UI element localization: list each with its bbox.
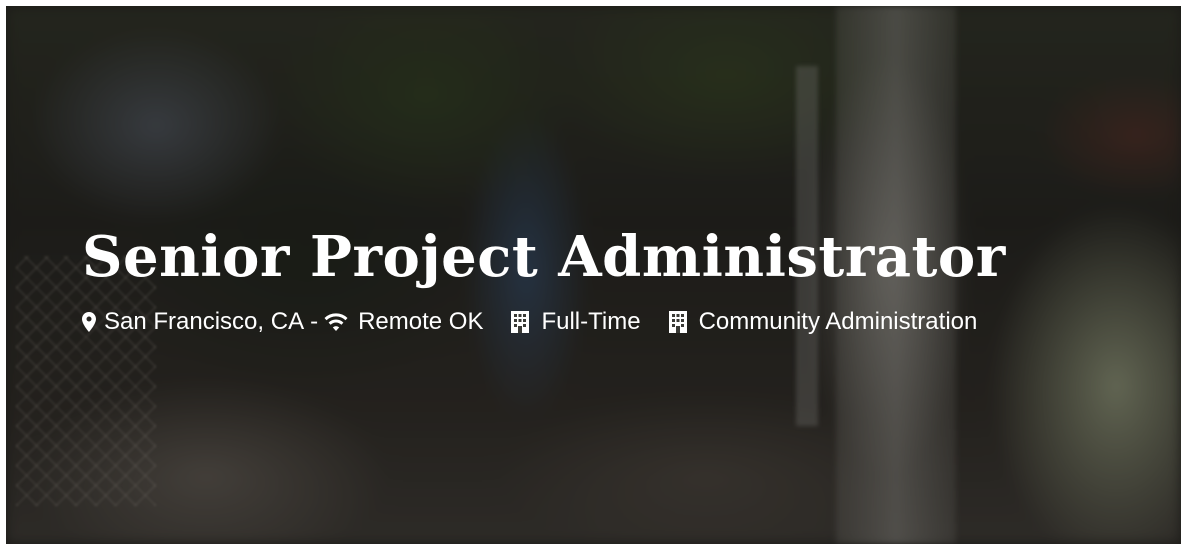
building-icon	[511, 311, 530, 333]
job-meta: San Francisco, CA - Remote OK Full-Time …	[82, 308, 977, 336]
job-employment-type: Full-Time	[511, 308, 641, 336]
wifi-icon	[324, 313, 348, 331]
job-location: San Francisco, CA - Remote OK	[82, 308, 483, 336]
employment-type-text: Full-Time	[541, 308, 641, 335]
location-text: San Francisco, CA	[104, 308, 305, 335]
location-separator: -	[310, 308, 319, 335]
building-icon	[668, 311, 687, 333]
job-title: Senior Project Administrator	[82, 224, 1006, 290]
remote-text: Remote OK	[358, 308, 484, 335]
department-text: Community Administration	[698, 308, 978, 335]
job-department: Community Administration	[668, 308, 978, 336]
map-pin-icon	[82, 312, 96, 332]
job-hero-banner: Senior Project Administrator San Francis…	[6, 6, 1181, 544]
